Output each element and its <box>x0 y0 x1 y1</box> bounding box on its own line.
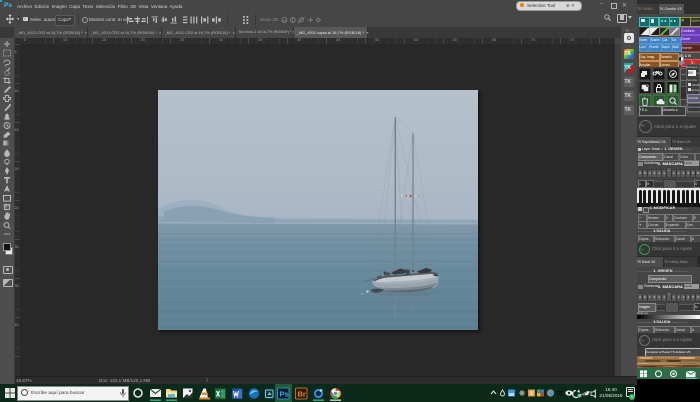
svg-text:Br: Br <box>298 390 306 399</box>
svg-text:Ps: Ps <box>280 390 289 399</box>
